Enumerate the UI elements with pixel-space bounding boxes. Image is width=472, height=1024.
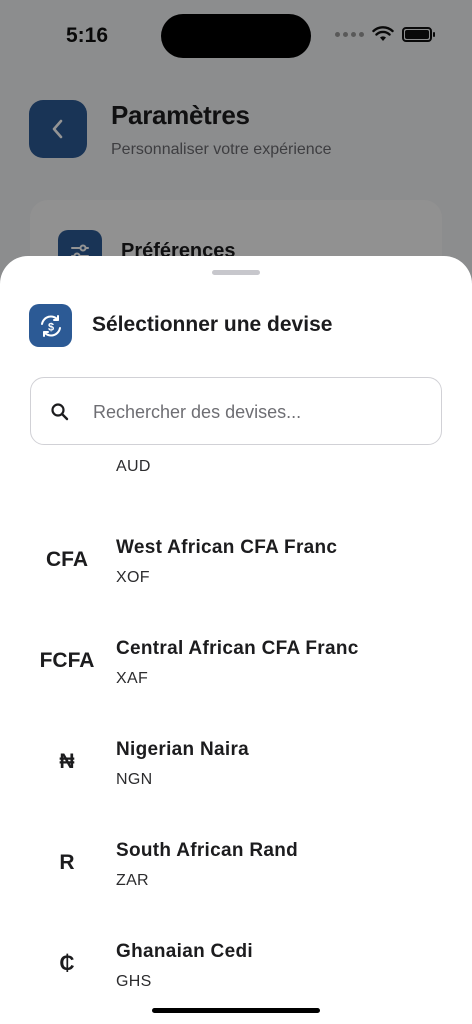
home-indicator[interactable] [152, 1008, 320, 1013]
currency-symbol: A$ [18, 449, 116, 450]
currency-row-xaf[interactable]: FCFA Central African CFA Franc XAF [0, 617, 472, 717]
search-box[interactable] [30, 377, 442, 445]
currency-code: AUD [116, 458, 151, 475]
currency-name: Nigerian Naira [116, 739, 250, 760]
currency-row-ghs[interactable]: ₵ Ghanaian Cedi GHS [0, 920, 472, 1020]
search-input[interactable] [93, 398, 413, 426]
sheet-title: Sélectionner une devise [92, 313, 333, 336]
currency-sheet: $ Sélectionner une devise A$ AUD CFA Wes… [0, 256, 472, 1024]
currency-exchange-icon: $ [29, 304, 72, 347]
currency-code: NGN [116, 771, 153, 788]
currency-symbol: FCFA [39, 649, 95, 672]
search-icon [51, 403, 69, 421]
currency-symbol: ₵ [59, 952, 75, 975]
sheet-grabber[interactable] [212, 270, 260, 275]
currency-row-ngn[interactable]: ₦ Nigerian Naira NGN [0, 718, 472, 818]
currency-row-xof[interactable]: CFA West African CFA Franc XOF [0, 516, 472, 616]
svg-text:$: $ [47, 321, 53, 333]
currency-row-zar[interactable]: R South African Rand ZAR [0, 819, 472, 919]
currency-code: ZAR [116, 872, 149, 889]
currency-code: GHS [116, 973, 152, 990]
currency-name: West African CFA Franc [116, 537, 338, 558]
currency-code: XAF [116, 670, 149, 687]
currency-row-aud[interactable]: A$ AUD [0, 449, 472, 516]
currency-list: A$ AUD CFA West African CFA Franc XOF FC… [0, 449, 472, 1024]
currency-symbol: CFA [46, 548, 88, 571]
currency-name: South African Rand [116, 840, 299, 861]
currency-code: XOF [116, 569, 150, 586]
currency-name: Central African CFA Franc [116, 638, 359, 659]
currency-name: Ghanaian Cedi [116, 941, 253, 962]
currency-symbol: R [59, 851, 75, 874]
currency-symbol: ₦ [59, 750, 75, 773]
